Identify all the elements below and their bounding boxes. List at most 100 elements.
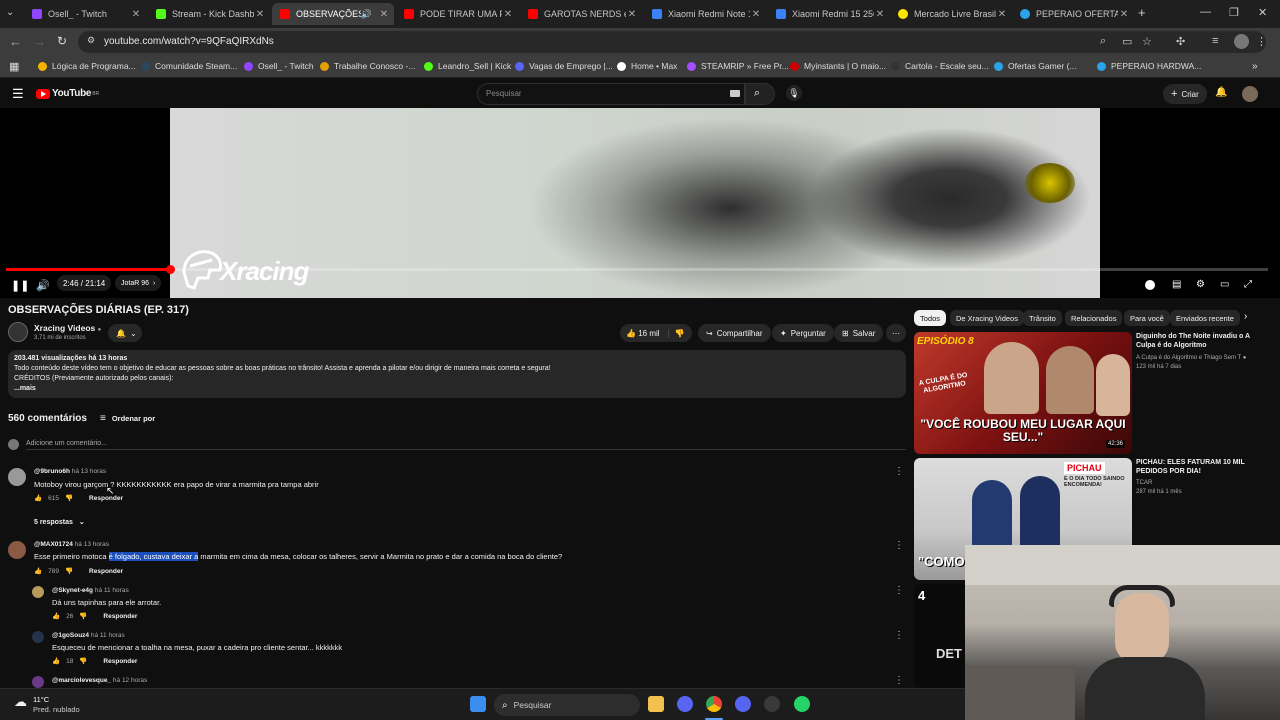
reply-button[interactable]: Responder [103,613,137,620]
comment-menu-icon[interactable]: ⋮ [894,466,904,477]
keyboard-icon[interactable] [730,90,740,97]
comment-author[interactable]: @9bruno6h há 13 horas [34,468,106,475]
sort-comments-button[interactable]: ≡ Ordenar por [100,413,155,424]
description-box[interactable]: 203.481 visualizações há 13 horas Todo c… [8,350,906,398]
whatsapp-icon[interactable] [794,696,810,712]
discord-icon[interactable] [735,696,751,712]
file-explorer-icon[interactable] [648,696,664,712]
comment-menu-icon[interactable]: ⋮ [894,585,904,596]
like-icon[interactable]: 👍 [34,567,42,575]
bookmark-item[interactable]: Vagas de Emprego |... [515,61,613,71]
related-video-title[interactable]: Diguinho do The Noite invadiu o A Culpa … [1136,332,1266,350]
tab-mercado-livre[interactable]: Mercado Livre Brasil ✕ [890,3,1012,25]
account-avatar[interactable] [1242,86,1258,102]
close-window-icon[interactable]: ✕ [1258,6,1267,19]
chip-para-voce[interactable]: Para você [1124,310,1170,326]
like-button[interactable]: 👍 16 mil [620,329,660,338]
comment-avatar[interactable] [32,586,44,598]
bookmark-item[interactable]: PEPERAIO HARDWA... [1097,61,1201,71]
chapter-button[interactable]: JotaR 96 › [115,275,162,291]
dislike-button[interactable]: 👎 [667,328,685,338]
dislike-icon[interactable]: 👎 [65,494,73,502]
zoom-icon[interactable]: ⌕ [1100,35,1106,48]
chevron-right-icon[interactable]: › [1244,311,1247,322]
subscribed-bell-button[interactable]: 🔔 ⌄ [108,324,142,342]
media-icon[interactable]: ≡ [1212,35,1218,47]
minimize-icon[interactable]: — [1200,6,1211,18]
weather-cloud-icon[interactable]: ☁ [14,694,27,710]
related-video-thumbnail[interactable]: EPISÓDIO 8 A CULPA É DO ALGORITMO "VOCÊ … [914,332,1132,454]
tab-xiaomi-2[interactable]: Xiaomi Redmi 15 256 ✕ [768,3,890,25]
chip-relacionados[interactable]: Relacionados [1065,310,1123,326]
related-video-channel[interactable]: A Culpa é do Algoritmo e Thiago Sem T ● [1136,355,1271,361]
comment-avatar[interactable] [8,541,26,559]
tab-youtube-3[interactable]: GAROTAS NERDS est ✕ [520,3,642,25]
autoplay-toggle[interactable] [1145,280,1155,290]
tab-youtube-2[interactable]: PODE TIRAR UMA FO ✕ [396,3,518,25]
close-icon[interactable]: ✕ [874,9,886,20]
reload-icon[interactable]: ↻ [57,34,67,48]
tab-twitch[interactable]: Osell_ - Twitch ✕ [24,3,146,25]
comment-avatar[interactable] [32,631,44,643]
bookmark-star-icon[interactable]: ☆ [1142,35,1152,48]
site-info-icon[interactable]: ⚙ [87,35,95,46]
forward-icon[interactable]: → [33,34,46,49]
weather-temp[interactable]: 11°C [33,695,49,704]
taskbar-search[interactable]: ⌕ Pesquisar [494,694,640,716]
windows-start-icon[interactable] [470,696,486,712]
channel-name[interactable]: Xracing Videos ● [34,323,101,333]
close-icon[interactable]: ✕ [254,9,266,20]
search-button[interactable]: ⌕ [745,83,775,105]
video-player[interactable]: Xracing ❚❚ 🔊 2:46 / 21:14 JotaR 96 › ▤ ⚙… [0,108,1280,298]
dislike-icon[interactable]: 👎 [79,612,87,620]
volume-icon[interactable]: 🔊 [36,279,50,292]
cast-icon[interactable]: ▭ [1122,35,1132,48]
like-icon[interactable]: 👍 [34,494,42,502]
discord-icon[interactable] [677,696,693,712]
apps-icon[interactable]: ▦ [9,60,19,73]
bookmark-item[interactable]: STEAMRIP » Free Pr... [687,61,789,71]
add-comment-input[interactable]: Adicione um comentário... [26,440,906,450]
reply-button[interactable]: Responder [89,568,123,575]
comment-avatar[interactable] [8,468,26,486]
comment-author[interactable]: @Skynet-e4g há 11 horas [52,587,129,594]
related-video-title[interactable]: PICHAU: ELES FATURAM 10 MIL PEDIDOS POR … [1136,458,1266,476]
close-icon[interactable]: ✕ [996,9,1008,20]
progress-scrubber[interactable] [166,265,176,274]
hamburger-menu-icon[interactable]: ☰ [12,86,24,102]
bookmark-item[interactable]: Lógica de Programa... [38,61,136,71]
comment-author[interactable]: @MAX01724 há 13 horas [34,541,109,548]
more-actions-button[interactable]: ⋯ [886,324,906,342]
tab-kick[interactable]: Stream - Kick Dashbo ✕ [148,3,270,25]
close-icon[interactable]: ✕ [626,9,638,20]
bookmark-item[interactable]: Cartola - Escale seu... [891,61,989,71]
dislike-icon[interactable]: 👎 [79,657,87,665]
save-button[interactable]: ⊞ Salvar [834,324,884,342]
back-icon[interactable]: ← [9,34,22,49]
ask-button[interactable]: ✦ Perguntar [772,324,834,342]
comment-author[interactable]: @marciolevesque_ há 12 horas [52,677,147,684]
menu-icon[interactable]: ⋮ [1256,35,1267,48]
share-button[interactable]: ↪ Compartilhar [698,324,771,342]
close-icon[interactable]: ✕ [378,9,390,20]
bookmark-item[interactable]: Osell_ - Twitch [244,61,314,71]
chip-channel[interactable]: De Xracing Videos [950,310,1024,326]
chip-transito[interactable]: Trânsito [1023,310,1062,326]
description-more-link[interactable]: ...mais [14,384,900,394]
like-icon[interactable]: 👍 [52,657,60,665]
profile-avatar[interactable] [1234,34,1249,49]
chrome-icon[interactable] [706,696,722,712]
search-input[interactable]: Pesquisar [477,83,745,105]
comment-menu-icon[interactable]: ⋮ [894,675,904,686]
tab-xiaomi-1[interactable]: Xiaomi Redmi Note 1 ✕ [644,3,766,25]
dislike-icon[interactable]: 👎 [65,567,73,575]
comment-menu-icon[interactable]: ⋮ [894,630,904,641]
fullscreen-icon[interactable]: ⤢ [1244,279,1252,290]
close-icon[interactable]: ✕ [502,9,514,20]
more-bookmarks-icon[interactable]: » [1252,61,1258,72]
close-icon[interactable]: ✕ [1118,9,1130,20]
related-video-channel[interactable]: TCAR [1136,480,1271,486]
bookmark-item[interactable]: Leandro_Sell | Kick [424,61,511,71]
reply-button[interactable]: Responder [103,658,137,665]
speaker-icon[interactable]: 🔊 [361,9,372,20]
